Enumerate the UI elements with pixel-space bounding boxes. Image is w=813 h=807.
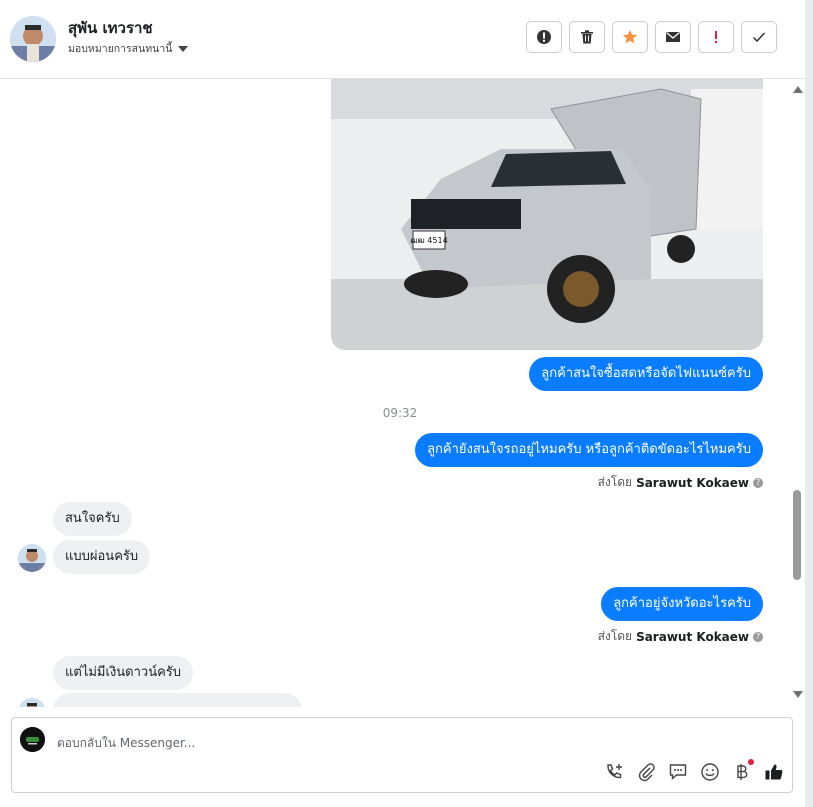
conversation-panel: สุพัน เทวราช มอบหมายการสนทนานี้ ฒฒ 4514 … [0, 0, 805, 807]
attach-button[interactable] [636, 762, 656, 782]
sent-by-label: ส่งโดย Sarawut Kokaew ? [598, 627, 763, 646]
send-like-button[interactable] [764, 762, 784, 782]
message-list[interactable]: ฒฒ 4514 ลูกค้าสนใจซื้อสดหรือจัดไฟแนนซ์คร… [0, 79, 790, 707]
emoji-button[interactable] [700, 762, 720, 782]
message-incoming[interactable]: สนใจครับ [53, 502, 132, 536]
scroll-up-icon[interactable] [793, 86, 803, 93]
message-outgoing[interactable]: ลูกค้าสนใจซื้อสดหรือจัดไฟแนนซ์ครับ [529, 357, 763, 391]
exclamation-icon [715, 31, 717, 43]
sender-name[interactable]: Sarawut Kokaew [636, 476, 749, 490]
info-icon[interactable]: ? [753, 477, 763, 488]
contact-avatar-small[interactable] [18, 698, 46, 707]
mark-unread-button[interactable] [655, 21, 691, 53]
message-incoming[interactable]: แต่ไม่มีเงินดาวน์ครับ [53, 656, 194, 690]
message-incoming[interactable]: แบบผ่อนครับ [53, 540, 151, 574]
mark-done-button[interactable] [741, 21, 777, 53]
conversation-header: สุพัน เทวราช มอบหมายการสนทนานี้ [0, 0, 805, 79]
notification-dot [748, 759, 754, 765]
check-icon [752, 32, 766, 43]
sent-by-prefix: ส่งโดย [597, 475, 633, 489]
thumbs-up-icon [765, 764, 783, 780]
star-icon [622, 30, 638, 44]
mark-important-button[interactable] [698, 21, 734, 53]
contact-avatar-small[interactable] [18, 544, 46, 572]
saved-reply-button[interactable] [668, 762, 688, 782]
caret-down-icon [178, 45, 189, 52]
contact-name[interactable]: สุพัน เทวราช [68, 16, 153, 40]
call-add-button[interactable] [604, 762, 624, 782]
header-toolbar [526, 21, 777, 53]
composer-actions [604, 759, 784, 782]
page-logo-icon [20, 727, 45, 752]
sender-name[interactable]: Sarawut Kokaew [636, 630, 749, 644]
emoji-icon [701, 763, 719, 781]
alert-circle-icon [537, 30, 551, 44]
attachment-icon [638, 763, 655, 782]
message-scrollbar[interactable] [790, 80, 805, 708]
message-timestamp: 09:32 [382, 406, 418, 420]
assign-label: มอบหมายการสนทนานี้ [68, 43, 173, 55]
payment-button[interactable] [732, 759, 754, 782]
baht-payment-icon [737, 764, 748, 780]
reply-composer: ตอบกลับใน Messenger... [11, 717, 793, 793]
scrollbar-thumb[interactable] [793, 490, 801, 580]
vehicle-photo-attachment[interactable]: ฒฒ 4514 [331, 79, 763, 350]
message-incoming-partial[interactable] [53, 693, 302, 707]
call-add-icon [607, 764, 622, 779]
sent-by-label: ส่งโดย Sarawut Kokaew ? [598, 473, 763, 492]
contact-avatar[interactable] [10, 16, 56, 62]
message-outgoing[interactable]: ลูกค้ายังสนใจรถอยู่ไหมครับ หรือลูกค้าติด… [415, 433, 763, 467]
assign-conversation-dropdown[interactable]: มอบหมายการสนทนานี้ [68, 40, 189, 57]
follow-up-button[interactable] [612, 21, 648, 53]
info-icon[interactable]: ? [753, 631, 763, 642]
message-outgoing[interactable]: ลูกค้าอยู่จังหวัดอะไรครับ [601, 587, 763, 621]
envelope-icon [666, 32, 680, 42]
saved-reply-icon [669, 764, 687, 781]
scroll-down-icon[interactable] [793, 691, 803, 698]
trash-icon [581, 30, 593, 44]
license-plate-text: ฒฒ 4514 [410, 236, 447, 245]
sent-by-prefix: ส่งโดย [597, 629, 633, 643]
reply-input[interactable]: ตอบกลับใน Messenger... [57, 734, 195, 753]
delete-button[interactable] [569, 21, 605, 53]
spam-alert-button[interactable] [526, 21, 562, 53]
